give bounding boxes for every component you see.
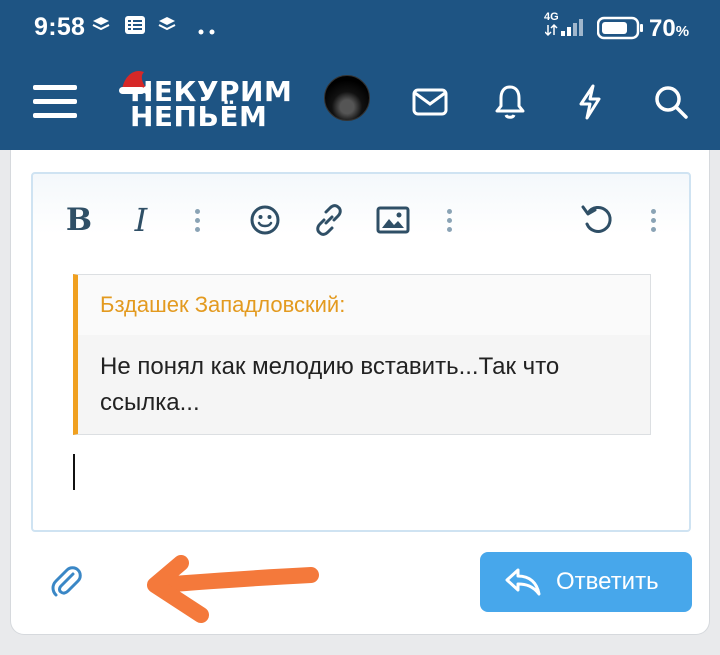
search-icon[interactable]: [646, 77, 696, 127]
user-avatar[interactable]: [324, 75, 370, 121]
more-vertical-icon[interactable]: [427, 198, 471, 242]
logo-line-2: НЕПЬЁМ: [130, 100, 268, 133]
status-bar: 9:58 4G 70%: [0, 0, 720, 58]
annotation-arrow: [147, 555, 319, 623]
bell-icon[interactable]: [485, 77, 535, 127]
more-vertical-icon[interactable]: [175, 198, 219, 242]
layers-icon: [92, 15, 110, 40]
santa-hat-icon: [119, 70, 151, 94]
status-time: 9:58: [34, 13, 86, 41]
quote-block: Бздашек Западловский: Не понял как мелод…: [73, 274, 651, 435]
battery-icon: [596, 16, 645, 45]
emoji-icon[interactable]: [243, 198, 287, 242]
italic-icon[interactable]: I: [119, 198, 163, 242]
hamburger-menu-icon[interactable]: [30, 77, 80, 127]
reply-icon: [505, 568, 541, 596]
reply-panel: B I Бздашек Западловский: Не понял как м…: [10, 150, 710, 635]
text-cursor: [73, 454, 75, 490]
quote-text: Не понял как мелодию вставить...Так что …: [100, 353, 560, 416]
more-dots-icon: [198, 22, 218, 40]
battery-percent: 70%: [649, 15, 690, 42]
top-navigation-bar: НЕКУРИМ НЕПЬЁМ: [0, 58, 720, 150]
more-vertical-icon[interactable]: [631, 198, 675, 242]
bold-icon[interactable]: B: [57, 198, 101, 242]
reply-button[interactable]: Ответить: [480, 552, 692, 612]
quote-author: Бздашек Западловский:: [78, 275, 650, 335]
site-logo[interactable]: НЕКУРИМ НЕПЬЁМ: [119, 70, 294, 134]
list-icon: [124, 15, 146, 40]
undo-icon[interactable]: [575, 198, 619, 242]
message-editor[interactable]: B I Бздашек Западловский: Не понял как м…: [31, 172, 691, 532]
mail-icon[interactable]: [405, 77, 455, 127]
layers-icon: [158, 15, 176, 40]
signal-icon: [544, 17, 589, 42]
paperclip-icon[interactable]: [45, 560, 89, 604]
reply-button-label: Ответить: [556, 568, 659, 595]
lightning-icon[interactable]: [565, 77, 615, 127]
link-icon[interactable]: [307, 198, 351, 242]
image-icon[interactable]: [371, 198, 415, 242]
